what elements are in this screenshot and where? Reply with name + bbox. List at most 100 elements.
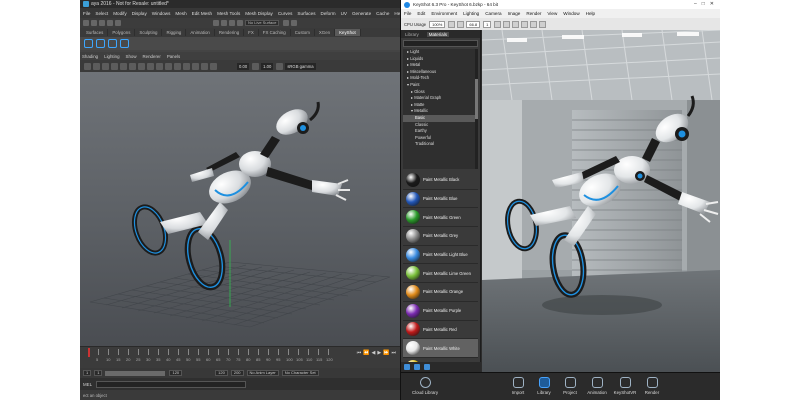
snap-curve-icon[interactable]: [221, 20, 227, 26]
grid-view-icon[interactable]: [404, 364, 410, 370]
undo-icon[interactable]: [107, 20, 113, 26]
shelf-tab-custom[interactable]: Custom: [291, 29, 315, 36]
material-paint-metallic-black[interactable]: Paint Metallic Black: [403, 171, 478, 190]
keyshot-menu-camera[interactable]: Camera: [485, 11, 501, 16]
tumble-icon[interactable]: [503, 20, 511, 28]
isolate-select-icon[interactable]: [201, 62, 208, 70]
camera-attributes-icon[interactable]: [93, 62, 100, 70]
maya-menu-surfaces[interactable]: Surfaces: [297, 11, 315, 16]
tree-scrollbar[interactable]: [475, 49, 478, 169]
live-surface-dropdown[interactable]: No Live Surface: [245, 20, 280, 26]
viewport-menu-show[interactable]: Show: [126, 54, 137, 59]
tree-item-matte[interactable]: ▸ Matte: [403, 102, 478, 109]
maya-menu-curves[interactable]: Curves: [278, 11, 293, 16]
play-back-icon[interactable]: ◀: [372, 350, 376, 356]
ribbon-render-button[interactable]: Render: [639, 377, 665, 396]
open-scene-icon[interactable]: [91, 20, 97, 26]
tree-item-basic[interactable]: Basic: [403, 114, 478, 122]
step-back-icon[interactable]: ⏪: [363, 350, 369, 356]
maya-menu-generate[interactable]: Generate: [352, 11, 371, 16]
gamma-field[interactable]: 1.00: [261, 62, 274, 70]
redo-icon[interactable]: [115, 20, 121, 26]
viewport-menu-shading[interactable]: Shading: [82, 54, 98, 59]
workflow-icon[interactable]: [494, 20, 502, 28]
render-icon[interactable]: [283, 20, 290, 26]
tree-item-light[interactable]: ▸ Light: [403, 49, 478, 56]
keyshot-render-icon[interactable]: [84, 39, 93, 48]
image-plane-icon[interactable]: [111, 62, 118, 70]
go-to-end-icon[interactable]: ⏭: [391, 350, 396, 356]
shelf-tab-xgen[interactable]: XGen: [315, 29, 336, 36]
keyshot-menu-help[interactable]: Help: [586, 11, 595, 16]
shelf-tab-surfaces[interactable]: Surfaces: [82, 29, 109, 36]
maya-menu-deform[interactable]: Deform: [321, 11, 336, 16]
geometry-view-icon[interactable]: [539, 20, 547, 28]
close-icon[interactable]: ✕: [710, 1, 719, 7]
keyshot-menu-render[interactable]: Render: [526, 11, 541, 16]
ambient-occlusion-icon[interactable]: [183, 62, 190, 70]
tree-item-material-graph[interactable]: ▸ Material Graph: [403, 95, 478, 102]
shelf-tab-animation[interactable]: Animation: [186, 29, 215, 36]
select-camera-icon[interactable]: [84, 62, 91, 70]
shelf-tab-keyshot[interactable]: KeyShot: [335, 29, 361, 36]
material-paint-metallic-purple[interactable]: Paint Metallic Purple: [403, 302, 478, 321]
grid-toggle-icon[interactable]: [120, 62, 127, 70]
maya-viewport[interactable]: persp: [80, 72, 400, 346]
character-set-dropdown[interactable]: No Character Set: [281, 370, 319, 376]
library-search-input[interactable]: [403, 40, 478, 47]
shadows-icon[interactable]: [174, 62, 181, 70]
maya-menu-windows[interactable]: Windows: [152, 11, 171, 16]
pause-icon[interactable]: [448, 20, 456, 28]
list-view-icon[interactable]: [414, 364, 420, 370]
tree-item-classic[interactable]: Classic: [403, 122, 478, 129]
shelf-tab-sculpting[interactable]: Sculpting: [135, 29, 163, 36]
keyshot-settings-icon[interactable]: [120, 39, 129, 48]
maya-menu-cache[interactable]: Cache: [376, 11, 389, 16]
tree-item-gloss[interactable]: ▸ Gloss: [403, 89, 478, 96]
playback-start-field[interactable]: 1: [94, 370, 103, 376]
maya-menu-file[interactable]: File: [83, 11, 90, 16]
antialias-icon[interactable]: [192, 62, 199, 70]
panel-tab-materials[interactable]: Materials: [426, 31, 450, 37]
anim-layer-dropdown[interactable]: No Anim Layer: [246, 370, 279, 376]
start-time-field[interactable]: 1: [83, 370, 92, 376]
current-frame-marker[interactable]: [88, 348, 90, 357]
xray-icon[interactable]: [210, 62, 217, 70]
keyshot-menu-file[interactable]: File: [404, 11, 411, 16]
dolly-icon[interactable]: [521, 20, 529, 28]
viewport-menu-panels[interactable]: Panels: [167, 54, 180, 59]
tree-item-liquids[interactable]: ▸ Liquids: [403, 56, 478, 63]
material-paint-metallic-grey[interactable]: Paint Metallic Grey: [403, 227, 478, 246]
keyshot-menu-edit[interactable]: Edit: [417, 11, 425, 16]
ribbon-import-button[interactable]: Import: [505, 377, 531, 396]
new-scene-icon[interactable]: [83, 20, 89, 26]
color-management-icon[interactable]: [276, 62, 284, 70]
bookmark-icon[interactable]: [102, 62, 109, 70]
minimize-icon[interactable]: –: [694, 1, 702, 7]
smooth-shade-icon[interactable]: [147, 62, 154, 70]
save-scene-icon[interactable]: [99, 20, 105, 26]
ribbon-library-button[interactable]: Library: [531, 377, 557, 396]
material-paint-metallic-green[interactable]: Paint Metallic Green: [403, 208, 478, 228]
tree-item-metallic[interactable]: ▾ Metallic: [403, 108, 478, 115]
step-forward-icon[interactable]: ⏩: [383, 350, 389, 356]
shelf-tab-fx[interactable]: FX: [244, 29, 259, 36]
zoom-field[interactable]: 66.8: [466, 20, 481, 28]
textured-icon[interactable]: [156, 62, 163, 70]
ribbon-animation-button[interactable]: Animation: [584, 377, 610, 396]
maya-menu-select[interactable]: Select: [95, 11, 108, 16]
pan-icon[interactable]: [512, 20, 520, 28]
keyshot-export-icon[interactable]: [96, 39, 105, 48]
render-viewport[interactable]: [482, 30, 720, 372]
ribbon-keyshotvr-button[interactable]: KeyShotVR: [612, 377, 638, 396]
keyshot-menu-view[interactable]: View: [547, 11, 557, 16]
shelf-tab-rendering[interactable]: Rendering: [215, 29, 245, 36]
material-paint-metallic-lime-green[interactable]: Paint Metallic Lime Green: [403, 264, 478, 284]
exposure-field[interactable]: 0.00: [237, 62, 250, 70]
maya-menu-uv[interactable]: UV: [341, 11, 347, 16]
play-forward-icon[interactable]: ▶: [377, 350, 381, 356]
gamma-icon[interactable]: [252, 62, 260, 70]
tree-item-traditional[interactable]: Traditional: [403, 141, 478, 148]
cpu-usage-dropdown[interactable]: 100%: [429, 20, 446, 28]
viewport-menu-lighting[interactable]: Lighting: [104, 54, 119, 59]
